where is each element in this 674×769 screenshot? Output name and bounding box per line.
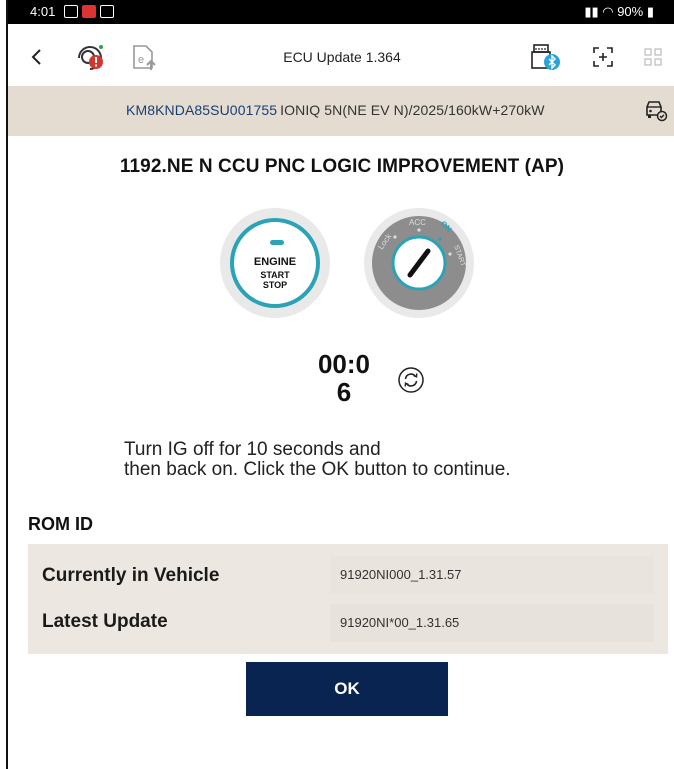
- refresh-icon[interactable]: [398, 367, 424, 393]
- engine-button-ring: ENGINE START STOP: [230, 218, 320, 308]
- vci-bluetooth-icon[interactable]: [530, 42, 562, 72]
- vin-text: KM8KNDA85SU001755: [126, 102, 278, 118]
- calendar-notification-icon: [82, 5, 96, 18]
- status-time: 4:01: [30, 4, 56, 19]
- capture-screen-icon[interactable]: [592, 46, 614, 68]
- countdown-timer: 00:0 6: [304, 350, 384, 406]
- app-notification-icon: [100, 5, 114, 18]
- current-rom-value: 91920NI000_1.31.57: [330, 556, 654, 594]
- ok-button[interactable]: OK: [246, 662, 448, 716]
- gallery-notification-icon: [64, 5, 78, 18]
- acc-label: ACC: [409, 218, 426, 227]
- engine-label: ENGINE: [253, 256, 297, 268]
- engine-start-text: START: [260, 270, 290, 280]
- update-title: 1192.NE N CCU PNC LOGIC IMPROVEMENT (AP): [119, 156, 565, 177]
- instruction-line-1: Turn IG off for 10 seconds and: [124, 439, 381, 460]
- battery-level: ▮▮ ◠ 90% ▮: [584, 4, 654, 20]
- vehicle-info-bar: KM8KNDA85SU001755 IONIQ 5N(NE EV N)/2025/…: [8, 86, 674, 136]
- rom-id-label: ROM ID: [28, 514, 93, 534]
- page-title: ECU Update 1.364: [283, 49, 401, 65]
- instruction-text: Turn IG off for 10 seconds and then back …: [124, 440, 511, 480]
- signal-icon: ▮▮ ◠: [584, 4, 618, 19]
- timer-line-2: 6: [336, 377, 352, 407]
- menu-grid-icon[interactable]: [644, 48, 662, 66]
- engine-stop-text: STOP: [262, 280, 288, 290]
- engine-start-stop-icon: ENGINE START STOP: [220, 208, 330, 318]
- ignition-key-icon: Lock ACC ON START: [364, 208, 474, 318]
- engine-indicator-led: [270, 240, 284, 245]
- rom-id-table: Currently in Vehicle 91920NI000_1.31.57 …: [28, 544, 668, 654]
- engine-sub-label: START STOP: [234, 270, 316, 290]
- vehicle-model: IONIQ 5N(NE EV N)/2025/160kW+270kW: [280, 102, 545, 118]
- current-rom-label: Currently in Vehicle: [42, 565, 220, 586]
- timer-line-1: 00:0: [317, 349, 371, 379]
- latest-rom-label: Latest Update: [42, 611, 168, 632]
- vehicle-check-icon[interactable]: [644, 98, 668, 122]
- instruction-line-2: then back on. Click the OK button to con…: [124, 459, 511, 480]
- app-bar: e ECU Update 1.364: [8, 24, 674, 86]
- latest-rom-value: 91920NI*00_1.31.65: [330, 604, 654, 642]
- battery-text: 90%: [617, 4, 644, 19]
- vehicle-info: KM8KNDA85SU001755 IONIQ 5N(NE EV N)/2025/…: [126, 102, 545, 118]
- app-frame: 4:01 ▮▮ ◠ 90% ▮ e ECU Update 1.364 KM8KN…: [6, 0, 674, 769]
- battery-icon: ▮: [643, 4, 654, 19]
- status-bar: 4:01 ▮▮ ◠ 90% ▮: [8, 0, 674, 24]
